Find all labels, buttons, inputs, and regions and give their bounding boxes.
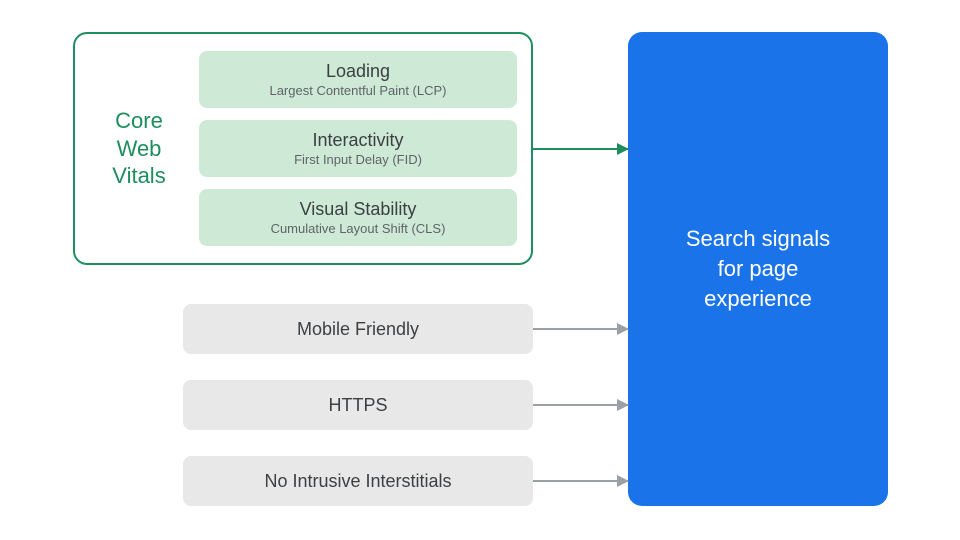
metric-title: Visual Stability [215,199,501,220]
cwv-metrics: Loading Largest Contentful Paint (LCP) I… [199,51,517,246]
cwv-label-line: Web [89,135,189,163]
metric-visual-stability: Visual Stability Cumulative Layout Shift… [199,189,517,246]
arrow-icon [533,404,628,406]
core-web-vitals-group: Core Web Vitals Loading Largest Contentf… [73,32,533,265]
panel-line: for page [686,254,830,284]
metric-subtitle: Cumulative Layout Shift (CLS) [215,221,501,236]
cwv-label-line: Vitals [89,162,189,190]
search-signals-panel: Search signals for page experience [628,32,888,506]
arrow-icon [533,328,628,330]
metric-interactivity: Interactivity First Input Delay (FID) [199,120,517,177]
cwv-label-line: Core [89,107,189,135]
panel-line: Search signals [686,224,830,254]
signal-https: HTTPS [183,380,533,430]
signal-label: Mobile Friendly [297,319,419,340]
cwv-label: Core Web Vitals [89,107,199,190]
metric-title: Loading [215,61,501,82]
metric-loading: Loading Largest Contentful Paint (LCP) [199,51,517,108]
panel-line: experience [686,284,830,314]
arrow-icon [533,148,628,150]
metric-subtitle: Largest Contentful Paint (LCP) [215,83,501,98]
signal-no-interstitials: No Intrusive Interstitials [183,456,533,506]
metric-title: Interactivity [215,130,501,151]
signal-label: HTTPS [328,395,387,416]
signal-label: No Intrusive Interstitials [264,471,451,492]
metric-subtitle: First Input Delay (FID) [215,152,501,167]
arrow-icon [533,480,628,482]
signal-mobile-friendly: Mobile Friendly [183,304,533,354]
